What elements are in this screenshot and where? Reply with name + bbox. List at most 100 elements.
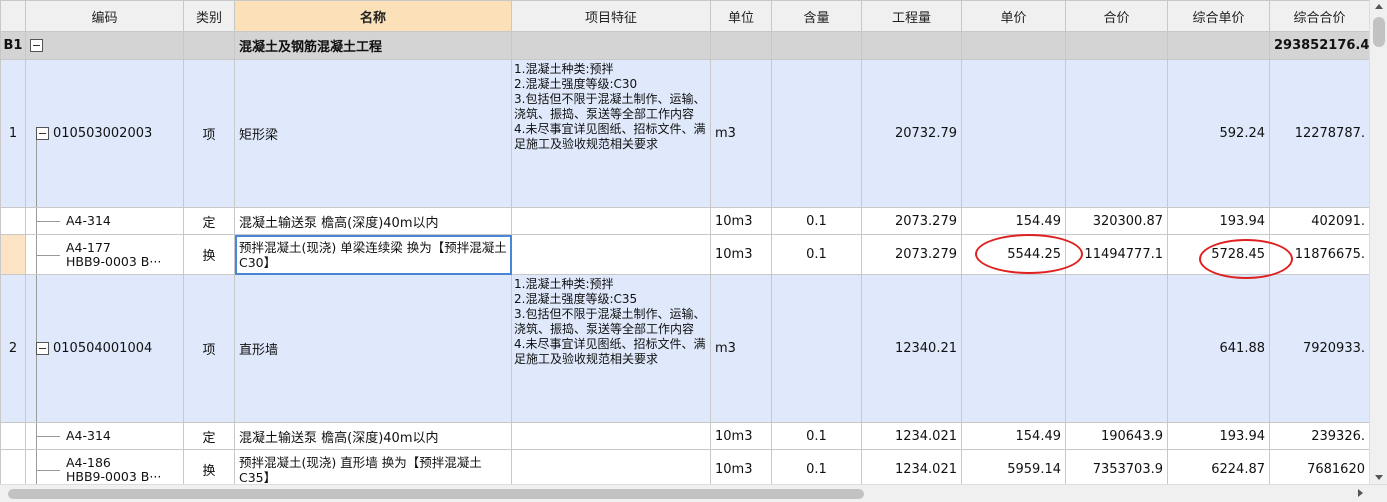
code-cell[interactable]: 010503002003 [25,59,184,208]
table-row[interactable]: A4-314 定 混凝土输送泵 檐高(深度)40m以内 10m3 0.1 123… [0,422,1369,450]
header-type[interactable]: 类别 [183,0,235,32]
item-qty[interactable]: 1234.021 [861,449,962,484]
header-code[interactable]: 编码 [25,0,184,32]
item-name[interactable]: 混凝土输送泵 檐高(深度)40m以内 [234,207,512,235]
horizontal-scroll-thumb[interactable] [8,489,864,499]
item-content: 0.1 [771,422,862,450]
collapse-icon[interactable] [36,127,49,140]
collapse-icon[interactable] [36,342,49,355]
item-code: A4-177 [66,239,111,255]
item-comp-price: 193.94 [1167,422,1270,450]
horizontal-scrollbar[interactable] [0,484,1387,502]
scroll-up-icon[interactable] [1375,4,1383,9]
item-comp-price: 5728.45 [1167,234,1270,275]
item-type: 定 [183,207,235,235]
item-price: 5959.14 [961,449,1066,484]
item-name[interactable]: 矩形梁 [234,59,512,208]
item-total [1065,59,1168,208]
header-content[interactable]: 含量 [771,0,862,32]
item-comp-price: 6224.87 [1167,449,1270,484]
item-content: 0.1 [771,449,862,484]
item-code-2: HBB9-0003 B··· [66,468,162,484]
item-comp-price: 592.24 [1167,59,1270,208]
item-type: 项 [183,59,235,208]
item-unit: m3 [710,59,772,208]
item-type: 定 [183,422,235,450]
item-total: 11494777.1 [1065,234,1168,275]
row-no: 1 [0,59,26,208]
header-price[interactable]: 单价 [961,0,1066,32]
item-type: 换 [183,449,235,484]
section-comp-total: 293852176.4 [1269,31,1369,60]
table-row[interactable]: A4-186 HBB9-0003 B··· 换 预拌混凝土(现浇) 直形墙 换为… [0,449,1369,484]
item-unit: 10m3 [710,422,772,450]
header-rowno[interactable] [0,0,26,32]
item-code: A4-186 [66,454,111,470]
item-unit: 10m3 [710,449,772,484]
item-qty[interactable]: 2073.279 [861,207,962,235]
bill-table: 编码 类别 名称 项目特征 单位 含量 工程量 单价 合价 综合单价 综合合价 … [0,0,1369,484]
table-row-selected[interactable]: A4-177 HBB9-0003 B··· 换 预拌混凝土(现浇) 单梁连续梁 … [0,234,1369,275]
header-feature[interactable]: 项目特征 [511,0,711,32]
item-price [961,59,1066,208]
item-comp-total: 7681620 [1269,449,1369,484]
item-feature[interactable]: 1.混凝土种类:预拌 2.混凝土强度等级:C35 3.包括但不限于混凝土制作、运… [511,274,711,423]
item-content: 0.1 [771,207,862,235]
item-comp-total: 239326. [1269,422,1369,450]
item-type: 换 [183,234,235,275]
item-qty[interactable]: 20732.79 [861,59,962,208]
item-total: 190643.9 [1065,422,1168,450]
scroll-down-icon[interactable] [1375,475,1383,480]
item-qty[interactable]: 1234.021 [861,422,962,450]
item-name[interactable]: 直形墙 [234,274,512,423]
item-price: 154.49 [961,422,1066,450]
item-total [1065,274,1168,423]
vertical-scroll-thumb[interactable] [1373,17,1385,47]
item-code: 010503002003 [53,126,153,141]
item-comp-price: 193.94 [1167,207,1270,235]
header-qty[interactable]: 工程量 [861,0,962,32]
code-cell[interactable]: 010504001004 [25,274,184,423]
section-name[interactable]: 混凝土及钢筋混凝土工程 [234,31,512,60]
item-name[interactable]: 混凝土输送泵 檐高(深度)40m以内 [234,422,512,450]
item-price: 5544.25 [961,234,1066,275]
item-code-2: HBB9-0003 B··· [66,253,162,269]
item-price [961,274,1066,423]
code-cell[interactable]: A4-186 HBB9-0003 B··· [25,449,184,484]
item-unit: 10m3 [710,207,772,235]
code-cell[interactable]: A4-177 HBB9-0003 B··· [25,234,184,275]
scroll-right-icon[interactable] [1358,489,1363,497]
header-name[interactable]: 名称 [234,0,512,32]
header-comp-total[interactable]: 综合合价 [1269,0,1369,32]
item-content: 0.1 [771,234,862,275]
vertical-scrollbar[interactable] [1369,0,1387,484]
item-qty[interactable]: 12340.21 [861,274,962,423]
item-unit: m3 [710,274,772,423]
item-comp-total: 402091. [1269,207,1369,235]
header-comp-price[interactable]: 综合单价 [1167,0,1270,32]
section-row[interactable]: B1 混凝土及钢筋混凝土工程 293852176.4 [0,31,1369,60]
header-unit[interactable]: 单位 [710,0,772,32]
header-row: 编码 类别 名称 项目特征 单位 含量 工程量 单价 合价 综合单价 综合合价 [0,0,1369,32]
section-no: B1 [0,31,26,60]
item-name-editing[interactable]: 预拌混凝土(现浇) 单梁连续梁 换为【预拌混凝土 C30】 [234,234,512,275]
quantity-grid: 编码 类别 名称 项目特征 单位 含量 工程量 单价 合价 综合单价 综合合价 … [0,0,1369,484]
item-unit: 10m3 [710,234,772,275]
item-total: 320300.87 [1065,207,1168,235]
header-total[interactable]: 合价 [1065,0,1168,32]
item-qty[interactable]: 2073.279 [861,234,962,275]
code-cell[interactable]: A4-314 [25,207,184,235]
table-row[interactable]: A4-314 定 混凝土输送泵 檐高(深度)40m以内 10m3 0.1 207… [0,207,1369,235]
item-feature[interactable]: 1.混凝土种类:预拌 2.混凝土强度等级:C30 3.包括但不限于混凝土制作、运… [511,59,711,208]
item-code: 010504001004 [53,341,153,356]
item-comp-total: 7920933. [1269,274,1369,423]
table-row[interactable]: 2 010504001004 项 直形墙 1.混凝土种类:预拌 2.混凝土强度等… [0,274,1369,423]
item-name[interactable]: 预拌混凝土(现浇) 直形墙 换为【预拌混凝土 C35】 [234,449,512,484]
collapse-icon[interactable] [30,39,43,52]
row-no: 2 [0,274,26,423]
table-row[interactable]: 1 010503002003 项 矩形梁 1.混凝土种类:预拌 2.混凝土强度等… [0,59,1369,208]
item-content [771,274,862,423]
item-comp-total: 11876675. [1269,234,1369,275]
item-comp-total: 12278787. [1269,59,1369,208]
code-cell[interactable]: A4-314 [25,422,184,450]
